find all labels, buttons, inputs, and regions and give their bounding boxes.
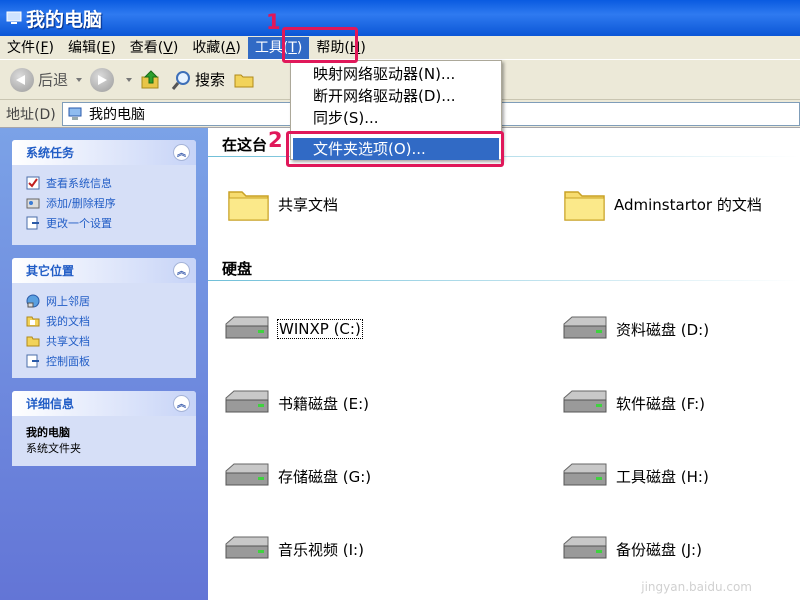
back-button[interactable]: 后退 [6, 64, 72, 96]
task-add-remove-programs[interactable]: 添加/删除程序 [26, 193, 188, 213]
up-folder-icon [141, 69, 159, 88]
place-network[interactable]: 网上邻居 [26, 291, 188, 311]
menu-edit[interactable]: 编辑(E) [61, 37, 123, 59]
annotation-box-step1 [282, 27, 358, 63]
computer-icon [6, 11, 22, 24]
control-panel-icon [26, 354, 39, 368]
collapse-icon[interactable]: ︽ [173, 395, 190, 412]
menu-bar: 文件(F) 编辑(E) 查看(V) 收藏(A) 工具(T) 帮助(H) [0, 36, 800, 60]
back-arrow-icon [10, 67, 34, 92]
annotation-box-step2 [286, 131, 504, 167]
drive-item[interactable]: 存储磁盘 (G:) [222, 461, 371, 491]
search-icon [171, 70, 191, 90]
back-dropdown-icon[interactable] [76, 77, 83, 82]
address-label: 地址(D) [6, 106, 56, 123]
annotation-number-step1: 1 [266, 10, 281, 34]
hard-drive-icon [225, 463, 269, 486]
up-folder-button[interactable] [136, 64, 166, 96]
collapse-icon[interactable]: ︽ [173, 262, 190, 279]
network-icon [26, 294, 40, 308]
place-my-documents[interactable]: 我的文档 [26, 311, 188, 331]
folder-item[interactable]: 共享文档 [226, 184, 338, 224]
system-info-icon [26, 176, 40, 190]
menu-file[interactable]: 文件(F) [0, 37, 61, 59]
drive-item[interactable]: 备份磁盘 (J:) [560, 534, 702, 564]
section-drives-header: 硬盘 [222, 260, 253, 278]
system-tasks-header[interactable]: 系统任务 ︽ [12, 140, 196, 165]
menu-favorites[interactable]: 收藏(A) [185, 37, 248, 59]
details-box: 详细信息 ︽ 我的电脑 系统文件夹 [12, 391, 196, 466]
other-places-header[interactable]: 其它位置 ︽ [12, 258, 196, 283]
menu-synchronize[interactable]: 同步(S)... [293, 107, 499, 129]
place-shared-documents[interactable]: 共享文档 [26, 331, 188, 351]
watermark-text: jingyan.baidu.com [641, 580, 752, 594]
folder-icon [228, 191, 269, 221]
system-tasks-box: 系统任务 ︽ 查看系统信息 添加/删除程序 更改一个设置 [12, 140, 196, 245]
hard-drive-icon [225, 536, 269, 559]
folder-icon [564, 191, 605, 221]
section-divider [208, 280, 800, 281]
task-change-setting[interactable]: 更改一个设置 [26, 213, 188, 233]
folder-icon [234, 74, 254, 87]
menu-view[interactable]: 查看(V) [123, 37, 186, 59]
shared-folder-icon [26, 336, 40, 347]
task-pane: 系统任务 ︽ 查看系统信息 添加/删除程序 更改一个设置 其它位置 ︽ 网上邻居… [0, 128, 208, 600]
control-panel-icon [26, 216, 39, 230]
place-control-panel[interactable]: 控制面板 [26, 351, 188, 371]
window-title: 我的电脑 [26, 8, 103, 31]
drive-item[interactable]: 书籍磁盘 (E:) [222, 388, 369, 418]
menu-disconnect-network-drive[interactable]: 断开网络驱动器(D)... [293, 85, 499, 107]
add-remove-programs-icon [26, 198, 40, 209]
search-button[interactable]: 搜索 [166, 64, 229, 96]
hard-drive-icon [225, 316, 269, 339]
drive-item[interactable]: 工具磁盘 (H:) [560, 461, 709, 491]
annotation-number-step2: 2 [268, 128, 283, 152]
task-view-system-info[interactable]: 查看系统信息 [26, 173, 188, 193]
folders-button[interactable] [229, 64, 259, 96]
hard-drive-icon [225, 390, 269, 413]
forward-dropdown-icon[interactable] [126, 77, 133, 82]
title-bar[interactable]: 我的电脑 [0, 0, 800, 36]
computer-icon [68, 107, 82, 120]
drive-item[interactable]: 音乐视频 (I:) [222, 534, 364, 564]
other-places-box: 其它位置 ︽ 网上邻居 我的文档 共享文档 控制面板 [12, 258, 196, 378]
menu-map-network-drive[interactable]: 映射网络驱动器(N)... [293, 63, 499, 85]
drive-item[interactable]: 资料磁盘 (D:) [560, 314, 709, 344]
details-header[interactable]: 详细信息 ︽ [12, 391, 196, 416]
details-description: 系统文件夹 [26, 442, 81, 455]
section-files-header: 在这台 [222, 136, 268, 154]
forward-arrow-icon [90, 67, 115, 92]
hard-drive-icon [563, 463, 607, 486]
drive-item[interactable]: WINXP (C:) [222, 314, 363, 344]
collapse-icon[interactable]: ︽ [173, 144, 190, 161]
details-name: 我的电脑 [26, 426, 70, 439]
hard-drive-icon [563, 536, 607, 559]
hard-drive-icon [563, 390, 607, 413]
hard-drive-icon [563, 316, 607, 339]
forward-button[interactable] [86, 64, 122, 96]
folder-item[interactable]: Adminstartor 的文档 [562, 184, 762, 224]
drive-item[interactable]: 软件磁盘 (F:) [560, 388, 705, 418]
my-documents-icon [26, 316, 40, 327]
content-area: 在这台 共享文档 Adminstartor 的文档 硬盘 WINXP (C:) … [208, 128, 800, 600]
